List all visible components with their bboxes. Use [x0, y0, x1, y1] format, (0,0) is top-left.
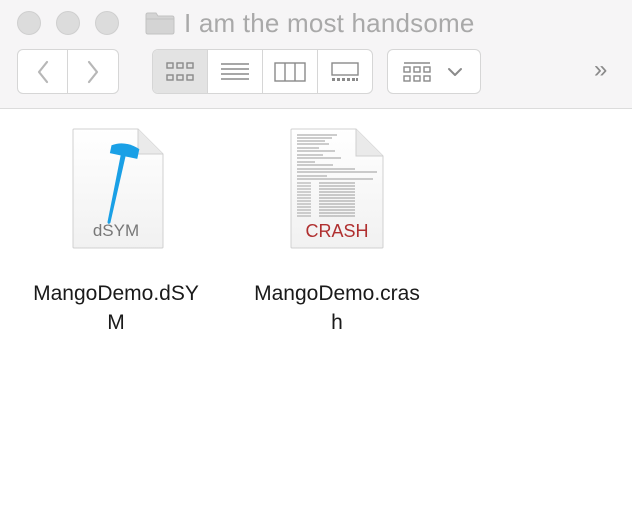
forward-button[interactable] [67, 49, 119, 94]
icon-view-button[interactable] [153, 50, 208, 93]
toolbar-overflow-button[interactable]: » [594, 56, 607, 84]
file-name-line: MangoDemo.cras [254, 282, 420, 305]
folder-icon [145, 12, 175, 35]
file-name-line: M [107, 311, 125, 334]
file-type-badge: CRASH [305, 221, 369, 241]
gallery-icon [331, 61, 359, 81]
window-title: I am the most handsome [184, 8, 475, 38]
zoom-window-button[interactable] [95, 11, 119, 35]
group-by-button[interactable] [387, 49, 481, 94]
close-window-button[interactable] [17, 11, 41, 35]
gallery-view-button[interactable] [318, 50, 372, 93]
column-view-button[interactable] [263, 50, 318, 93]
group-grid-icon [403, 61, 431, 82]
file-browser-area: dSYM MangoDemo.dSY M CRASH MangoDemo.cra… [0, 109, 632, 510]
file-name-line: h [331, 311, 343, 334]
back-button[interactable] [17, 49, 68, 94]
file-name-line: MangoDemo.dSY [33, 282, 199, 305]
chevron-down-icon [448, 67, 462, 76]
view-mode-control [152, 49, 373, 94]
list-icon [221, 62, 249, 80]
grid-icon [166, 61, 194, 81]
list-view-button[interactable] [208, 50, 263, 93]
minimize-window-button[interactable] [56, 11, 80, 35]
file-item-crash[interactable]: CRASH MangoDemo.cras h [237, 127, 437, 334]
file-item-dsym[interactable]: dSYM MangoDemo.dSY M [16, 127, 216, 334]
columns-icon [274, 61, 306, 82]
chevron-left-icon [37, 60, 48, 83]
file-type-badge: dSYM [92, 221, 140, 240]
chevron-right-icon [87, 60, 99, 83]
window-titlebar: I am the most handsome » [0, 0, 632, 109]
file-name-label: MangoDemo.dSY M [16, 279, 216, 337]
file-name-label: MangoDemo.cras h [237, 279, 437, 337]
